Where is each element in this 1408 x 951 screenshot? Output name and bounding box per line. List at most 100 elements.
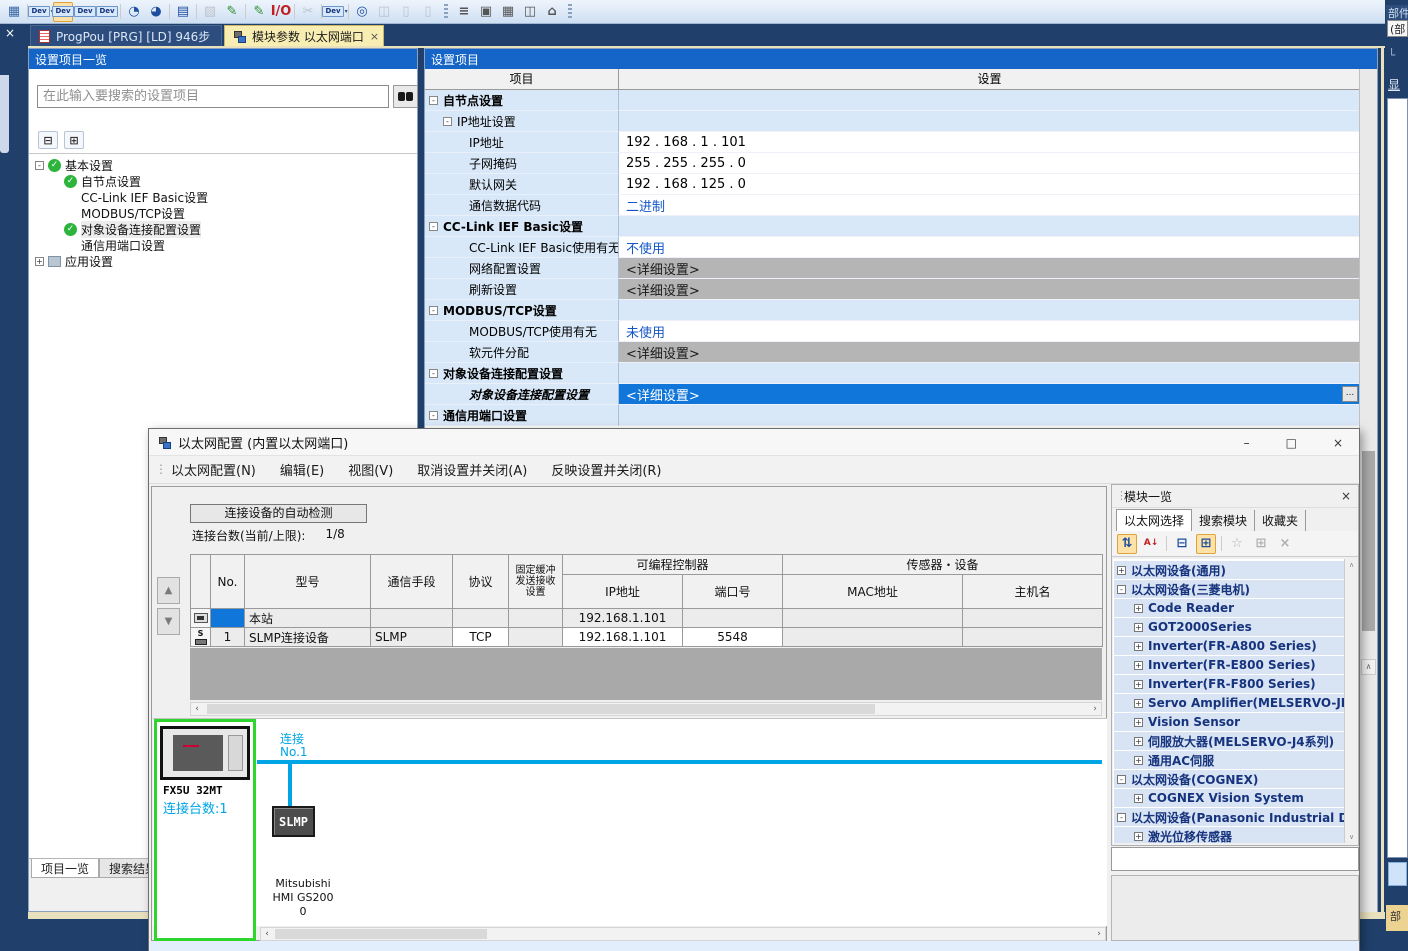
scroll-down-icon[interactable]: ∨ (1345, 831, 1358, 843)
expander-icon[interactable]: + (1134, 680, 1143, 689)
search-input[interactable] (37, 85, 389, 108)
module-list-item[interactable]: +Inverter(FR-E800 Series) (1114, 656, 1344, 674)
parts-bottom-tab[interactable]: 部 (1386, 905, 1408, 931)
module-list-item[interactable]: +GOT2000Series (1114, 618, 1344, 636)
sort-az-icon[interactable]: A↓ (1141, 534, 1161, 554)
maximize-button[interactable]: □ (1286, 437, 1297, 449)
memory-icon[interactable]: ◫ (520, 2, 540, 22)
expander-icon[interactable]: + (1134, 737, 1143, 746)
settings-row[interactable]: 对象设备连接配置设置<详细设置>... (425, 384, 1360, 405)
dev-display-icon[interactable]: Dev (53, 2, 73, 22)
tab-progpou[interactable]: ProgPou [PRG] [LD] 946步 (30, 25, 222, 46)
settings-row[interactable]: CC-Link IEF Basic使用有无不使用 (425, 237, 1360, 258)
diagram-horizontal-scroll[interactable]: ‹ › (260, 927, 1106, 941)
close-icon[interactable]: × (370, 30, 379, 43)
watch-window-icon[interactable]: ▣ (476, 2, 496, 22)
settings-value-cell[interactable]: 未使用 (619, 321, 1360, 342)
bookmark-icon[interactable]: ▯ (396, 2, 416, 22)
print-preview-icon[interactable]: ⌂ (542, 2, 562, 22)
dev-monitor-icon[interactable]: Dev▾ (325, 2, 345, 22)
module-list-item[interactable]: +Servo Amplifier(MELSERVO-JE S (1114, 694, 1344, 712)
module-tab[interactable]: 收藏夹 (1255, 510, 1306, 531)
cut-icon[interactable]: ✂ (298, 2, 318, 22)
close-icon[interactable]: × (5, 27, 15, 39)
expander-icon[interactable]: - (429, 306, 438, 315)
scroll-left-icon[interactable]: ‹ (261, 928, 273, 940)
move-down-button[interactable]: ▼ (157, 608, 180, 635)
tree-item[interactable]: -✓基本设置 (33, 157, 413, 173)
settings-row[interactable]: -对象设备连接配置设置 (425, 363, 1360, 384)
scrollbar-thumb[interactable] (1362, 451, 1375, 631)
settings-value-cell[interactable]: 不使用 (619, 237, 1360, 258)
window-split-icon[interactable]: ◫ (374, 2, 394, 22)
monitor-list-icon[interactable]: ▯ (418, 2, 438, 22)
parts-selected-row[interactable] (1388, 862, 1407, 886)
settings-row[interactable]: 通信数据代码二进制 (425, 195, 1360, 216)
search-button[interactable] (393, 85, 418, 108)
expander-icon[interactable]: + (1134, 718, 1143, 727)
expander-icon[interactable]: - (429, 96, 438, 105)
find-icon[interactable]: ◎ (352, 2, 372, 22)
favorite-delete-icon[interactable]: × (1275, 534, 1295, 554)
menu-item[interactable]: 反映设置并关闭(R) (551, 460, 661, 479)
tree-item[interactable]: CC-Link IEF Basic设置 (64, 189, 413, 205)
settings-row[interactable]: -通信用端口设置 (425, 405, 1360, 426)
navigation-window-icon[interactable]: ▦ (4, 2, 24, 22)
menu-item[interactable]: 取消设置并关闭(A) (417, 460, 527, 479)
device-row[interactable]: S1SLMP连接设备SLMPTCP192.168.1.1015548 (191, 628, 1103, 647)
scroll-right-icon[interactable]: › (1089, 703, 1101, 715)
parameter-list-icon[interactable]: ▤ (173, 2, 193, 22)
device-row[interactable]: 本站192.168.1.101 (191, 609, 1103, 628)
module-list-item[interactable]: -以太网设备(Panasonic Industrial De (1114, 808, 1344, 826)
settings-row[interactable]: 刷新设置<详细设置> (425, 279, 1360, 300)
settings-row[interactable]: IP地址192 . 168 . 1 . 101 (425, 132, 1360, 153)
settings-value-cell[interactable]: <详细设置> (619, 258, 1360, 279)
minimize-button[interactable]: – (1244, 437, 1250, 449)
tree-item[interactable]: 通信用端口设置 (64, 237, 413, 253)
expander-icon[interactable]: - (443, 117, 452, 126)
module-list-item[interactable]: +Vision Sensor (1114, 713, 1344, 731)
expander-icon[interactable]: + (1134, 604, 1143, 613)
clock-setting-icon[interactable]: ◔ (124, 2, 144, 22)
favorite-add-icon[interactable]: ⊞ (1251, 534, 1271, 554)
scrollbar-thumb[interactable] (207, 704, 875, 714)
settings-value-cell[interactable]: <详细设置> (619, 279, 1360, 300)
module-list-scrollbar[interactable]: ∧ ∨ (1344, 559, 1358, 843)
collapse-all-icon[interactable]: ⊟ (1172, 534, 1192, 554)
parts-search-box[interactable]: (部 (1387, 20, 1408, 37)
expander-icon[interactable]: - (1117, 775, 1126, 784)
table-horizontal-scrollbar[interactable]: ‹ › (190, 702, 1102, 716)
tab-module-parameter[interactable]: 模块参数 以太网端口 × (224, 25, 384, 46)
module-tab[interactable]: 以太网选择 (1116, 509, 1192, 531)
settings-value-cell[interactable]: 二进制 (619, 195, 1360, 216)
scroll-right-icon[interactable]: › (1093, 928, 1105, 940)
settings-row[interactable]: -CC-Link IEF Basic设置 (425, 216, 1360, 237)
expander-icon[interactable]: + (1134, 794, 1143, 803)
settings-value-cell[interactable]: <详细设置>... (619, 384, 1360, 405)
expander-icon[interactable]: + (1134, 661, 1143, 670)
module-list-item[interactable]: +COGNEX Vision System (1114, 789, 1344, 807)
program-check-icon[interactable]: ✎ (222, 2, 242, 22)
tree-item[interactable]: MODBUS/TCP设置 (64, 205, 413, 221)
expand-tree-icon[interactable]: ⊞ (64, 131, 84, 149)
display-order-icon[interactable]: ⇅ (1117, 534, 1137, 554)
expander-icon[interactable]: - (35, 161, 44, 170)
close-button[interactable]: × (1333, 437, 1343, 449)
settings-value-cell[interactable]: 255 . 255 . 255 . 0 (619, 153, 1360, 174)
collapse-tree-icon[interactable]: ⊟ (38, 131, 58, 149)
expander-icon[interactable]: + (1134, 756, 1143, 765)
scroll-up-icon[interactable]: ∧ (1361, 659, 1376, 675)
expander-icon[interactable]: - (429, 411, 438, 420)
settings-row[interactable]: 子网掩码255 . 255 . 255 . 0 (425, 153, 1360, 174)
paste-icon[interactable]: ▨ (200, 2, 220, 22)
expand-all-icon[interactable]: ⊞ (1196, 534, 1216, 554)
settings-value-cell[interactable]: <详细设置> (619, 342, 1360, 363)
settings-row[interactable]: 软元件分配<详细设置> (425, 342, 1360, 363)
panel-tab-active[interactable]: 项目一览 (31, 859, 99, 878)
slmp-device-node[interactable]: SLMP (272, 806, 315, 837)
module-list-item[interactable]: +通用AC伺服 (1114, 751, 1344, 769)
settings-row[interactable]: 网络配置设置<详细设置> (425, 258, 1360, 279)
settings-row[interactable]: -自节点设置 (425, 90, 1360, 111)
module-tab[interactable]: 搜索模块 (1192, 510, 1255, 531)
module-list-item[interactable]: +伺服放大器(MELSERVO-J4系列) (1114, 732, 1344, 750)
